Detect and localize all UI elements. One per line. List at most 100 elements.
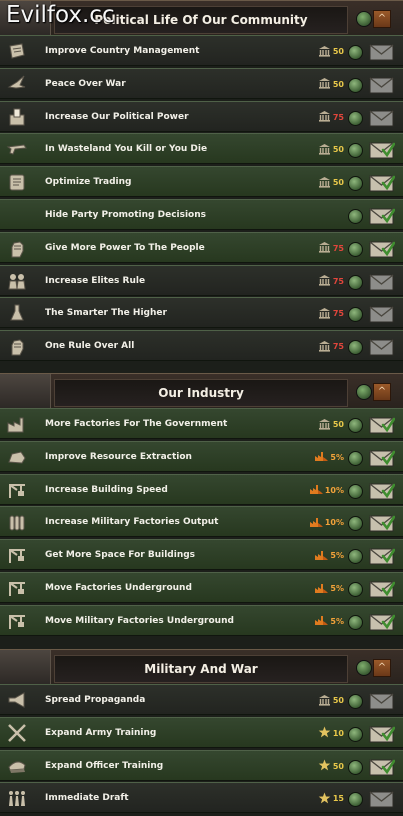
decision-row[interactable]: Peace Over War 50: [0, 67, 403, 99]
decision-row[interactable]: Increase Our Political Power 75: [0, 100, 403, 132]
decision-row[interactable]: Improve Resource Extraction 5%: [0, 440, 403, 472]
available-indicator-icon: [348, 450, 363, 466]
ore-icon: [5, 445, 29, 469]
decision-taken-icon[interactable]: [369, 613, 396, 631]
decision-label: In Wasteland You Kill or You Die: [45, 144, 208, 155]
take-decision-button[interactable]: [369, 338, 395, 356]
decision-taken-icon[interactable]: [369, 174, 396, 192]
cost-value: 50: [332, 145, 344, 155]
decision-cost: 75: [306, 233, 344, 264]
people-icon: [5, 269, 29, 293]
decision-label: Increase Building Speed: [45, 484, 168, 495]
section-status-icon[interactable]: [356, 660, 372, 676]
crane-icon: [5, 576, 29, 600]
decision-cost: 50: [306, 134, 344, 165]
decision-taken-icon[interactable]: [369, 547, 396, 565]
decision-cost: 10: [306, 718, 344, 749]
crane-icon: [5, 478, 29, 502]
available-indicator-icon: [348, 45, 363, 60]
take-decision-button[interactable]: [369, 273, 395, 291]
political-power-icon: [318, 307, 331, 321]
decision-row[interactable]: The Smarter The Higher 75: [0, 297, 403, 329]
cost-value: 15: [332, 794, 344, 804]
political-power-icon: [318, 45, 331, 59]
cost-value: 5%: [330, 584, 344, 593]
decision-taken-icon[interactable]: [369, 514, 396, 532]
decision-taken-icon[interactable]: [369, 240, 396, 258]
decision-cost: 75: [306, 298, 344, 329]
section-status-icon[interactable]: [356, 11, 372, 27]
political-power-icon: [318, 143, 331, 157]
decision-taken-icon[interactable]: [369, 580, 396, 598]
available-indicator-icon: [348, 176, 363, 192]
decision-row[interactable]: One Rule Over All 75: [0, 330, 403, 362]
crane-icon: [5, 609, 29, 633]
decision-taken-icon[interactable]: [369, 141, 396, 159]
cost-value: 50: [332, 47, 344, 56]
collapse-section-button[interactable]: ^: [373, 383, 391, 401]
cost-value: 5%: [330, 452, 344, 462]
available-indicator-icon: [348, 582, 363, 597]
decision-row[interactable]: Spread Propaganda 50: [0, 684, 403, 715]
take-decision-button[interactable]: [369, 109, 395, 127]
available-indicator-icon: [348, 340, 363, 356]
political-power-icon: [318, 176, 331, 190]
take-decision-button[interactable]: [369, 692, 395, 710]
available-indicator-icon: [348, 726, 363, 742]
decision-row[interactable]: In Wasteland You Kill or You Die 50: [0, 133, 403, 165]
cost-value: 50: [332, 761, 344, 771]
decision-cost: 50: [306, 167, 344, 198]
decision-row[interactable]: Expand Officer Training 50: [0, 749, 403, 781]
decision-taken-icon[interactable]: [369, 416, 396, 434]
cost-value: 75: [332, 243, 344, 253]
available-indicator-icon: [348, 792, 363, 808]
decision-row[interactable]: Increase Elites Rule 75: [0, 264, 403, 296]
political-power-icon: [318, 340, 331, 354]
decision-row[interactable]: Optimize Trading 50: [0, 166, 403, 198]
take-decision-button[interactable]: [369, 790, 395, 808]
section-status-icon[interactable]: [356, 384, 372, 400]
cost-value: 5%: [330, 616, 344, 626]
decision-row[interactable]: Immediate Draft 15: [0, 782, 403, 814]
section-title: Military And War: [54, 655, 348, 683]
decision-row[interactable]: Expand Army Training 10: [0, 716, 403, 749]
decision-label: Optimize Trading: [45, 177, 132, 188]
decision-cost: 50: [306, 409, 344, 440]
decision-taken-icon[interactable]: [369, 207, 396, 225]
take-decision-button[interactable]: [369, 43, 395, 61]
political-power-icon: [318, 694, 331, 708]
available-indicator-icon: [348, 274, 363, 290]
decision-row[interactable]: More Factories For The Government 50: [0, 408, 403, 439]
take-decision-button[interactable]: [369, 76, 395, 94]
available-indicator-icon: [348, 110, 363, 126]
available-indicator-icon: [348, 209, 363, 224]
decision-row[interactable]: Move Military Factories Underground 5%: [0, 604, 403, 636]
decision-row[interactable]: Increase Military Factories Output 10%: [0, 506, 403, 538]
decision-row[interactable]: Improve Country Management 50: [0, 35, 403, 66]
collapse-section-button[interactable]: ^: [373, 659, 391, 677]
watermark-text: Evilfox.cc: [6, 2, 115, 28]
decision-taken-icon[interactable]: [369, 725, 396, 743]
section-header: Military And War ^: [0, 649, 403, 686]
decision-row[interactable]: Increase Building Speed 10%: [0, 473, 403, 506]
decision-cost: [306, 200, 344, 231]
take-decision-button[interactable]: [369, 305, 395, 323]
decision-taken-icon[interactable]: [369, 482, 396, 500]
decision-label: Get More Space For Buildings: [45, 550, 196, 561]
swords-icon: [5, 721, 29, 745]
cost-value: 10%: [324, 518, 344, 528]
decision-label: Move Factories Underground: [45, 583, 192, 593]
decision-row[interactable]: Move Factories Underground 5%: [0, 572, 403, 603]
decision-row[interactable]: Get More Space For Buildings 5%: [0, 539, 403, 571]
flask-icon: [5, 301, 29, 325]
collapse-section-button[interactable]: ^: [373, 10, 391, 28]
available-indicator-icon: [348, 307, 363, 323]
political-power-icon: [318, 241, 331, 255]
decision-row[interactable]: Hide Party Promoting Decisions: [0, 199, 403, 230]
decision-taken-icon[interactable]: [369, 449, 396, 467]
decision-taken-icon[interactable]: [369, 758, 396, 776]
army-xp-icon: [318, 792, 331, 806]
decision-cost: 10%: [306, 475, 344, 506]
decision-row[interactable]: Give More Power To The People 75: [0, 231, 403, 264]
decision-cost: 50: [306, 36, 344, 67]
